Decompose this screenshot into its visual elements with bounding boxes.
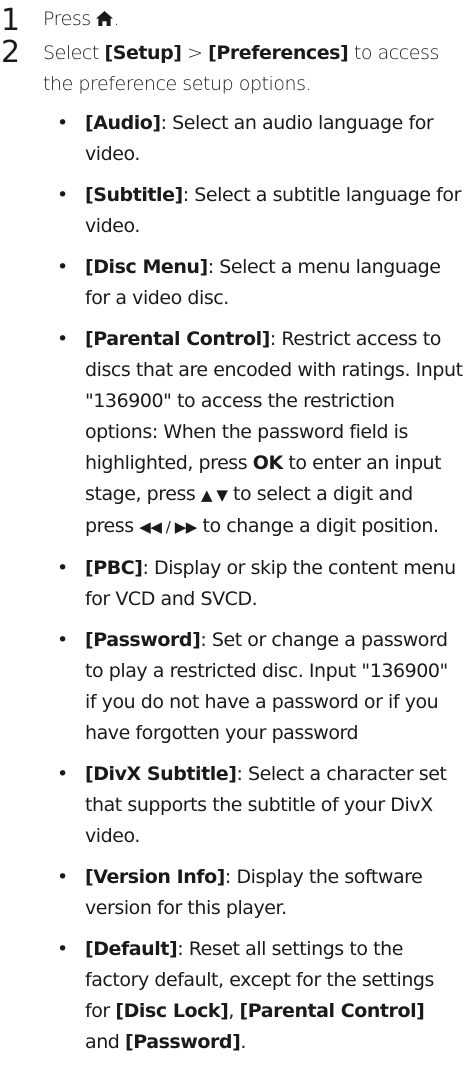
bullet-glyph: • [57,938,68,960]
bullet-glyph: • [57,763,68,785]
bullet-glyph: • [57,866,68,888]
bullet-glyph: • [57,184,68,206]
step-text: Select [Setup] > [Preferences] to access… [43,42,439,95]
bullet-glyph: • [57,256,68,278]
menu-preferences: [Preferences] [208,42,349,64]
disc-lock-ref: [Disc Lock] [115,1000,229,1022]
prev-next-icon: ◀◀ / ▶▶ [139,518,197,536]
option-version-info: • [Version Info]: Display the software v… [43,862,464,924]
bullet-glyph: • [57,328,68,350]
home-icon [96,4,114,35]
password-ref: [Password] [125,1031,241,1053]
option-term: [Default] [85,938,178,960]
option-term: [Disc Menu] [85,256,208,278]
option-term: [Parental Control] [85,328,270,350]
option-default: • [Default]: Reset all settings to the f… [43,934,464,1058]
bullet-glyph: • [57,112,68,134]
menu-setup: [Setup] [104,42,182,64]
option-term: [Audio] [85,112,161,134]
option-term: [Password] [85,629,201,651]
preference-options-list: • [Audio]: Select an audio language for … [43,108,464,1068]
parental-control-ref: [Parental Control] [239,1000,425,1022]
option-disc-menu: • [Disc Menu]: Select a menu language fo… [43,252,464,314]
option-term: [Version Info] [85,866,225,888]
bullet-glyph: • [57,629,68,651]
option-audio: • [Audio]: Select an audio language for … [43,108,464,170]
option-term: [DivX Subtitle] [85,763,237,785]
step-number: 2 [1,35,21,70]
option-divx-subtitle: • [DivX Subtitle]: Select a character se… [43,759,464,852]
option-parental-control: • [Parental Control]: Restrict access to… [43,324,464,543]
up-down-arrows-icon: ▲ ▼ [200,486,228,504]
option-term: [PBC] [85,557,143,579]
option-password: • [Password]: Set or change a password t… [43,625,464,749]
option-term: [Subtitle] [85,184,183,206]
step-text: Press . [43,4,453,35]
option-pbc: • [PBC]: Display or skip the content men… [43,553,464,615]
step-number: 1 [1,3,21,38]
ok-key: OK [252,452,283,474]
bullet-glyph: • [57,557,68,579]
option-subtitle: • [Subtitle]: Select a subtitle language… [43,180,464,242]
